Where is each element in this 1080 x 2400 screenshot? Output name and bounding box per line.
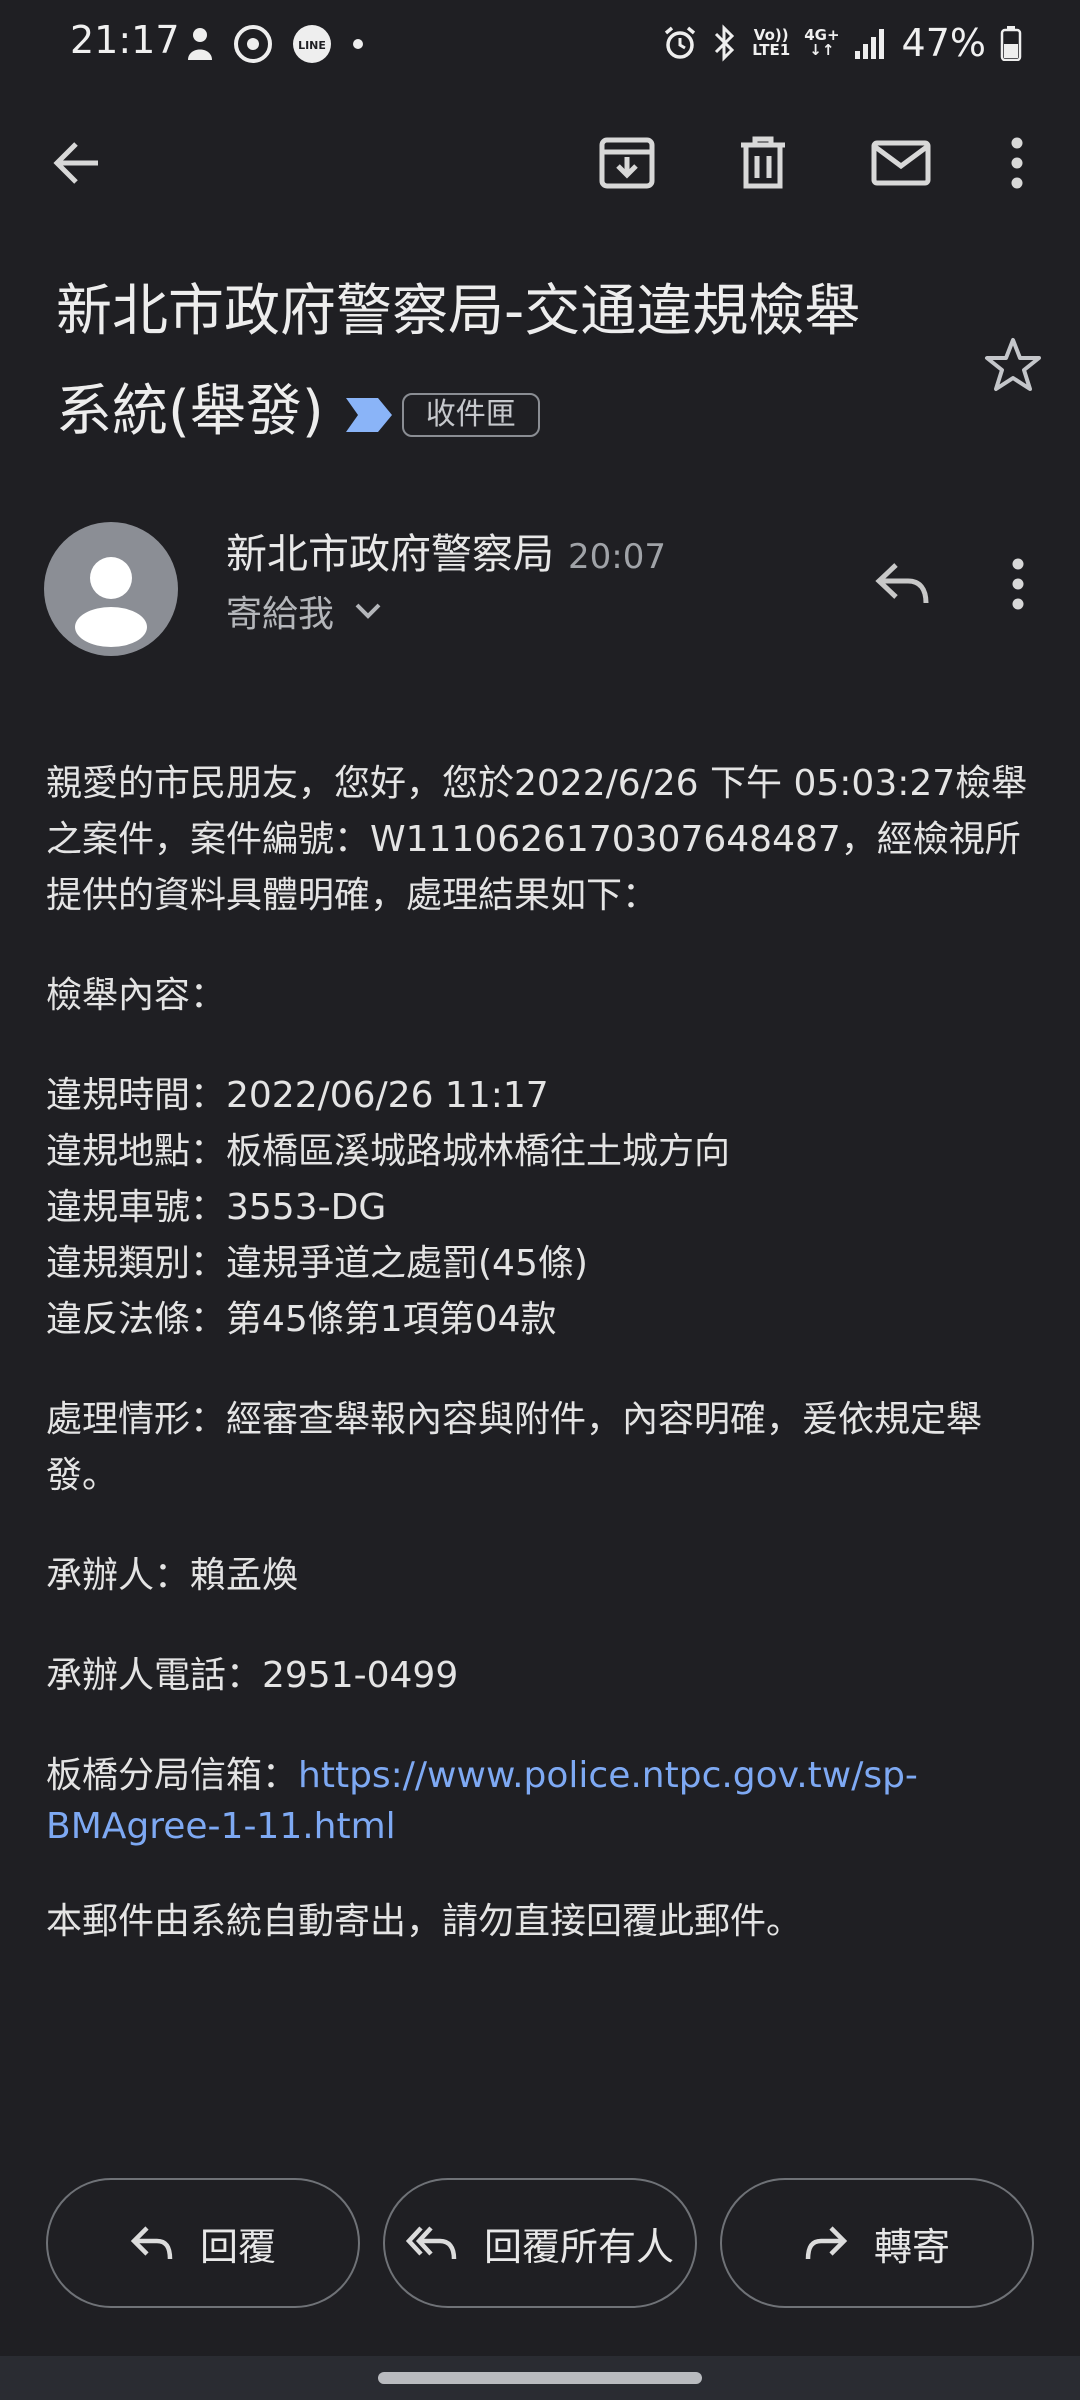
email-body: 親愛的市民朋友，您好，您於2022/6/26 下午 05:03:27檢舉 之案件… (46, 756, 1036, 1950)
violation-plate: 違規車號：3553-DG (46, 1187, 387, 1228)
svg-text:LINE: LINE (298, 39, 326, 52)
more-vert-icon (1012, 558, 1024, 610)
footer-note: 本郵件由系統自動寄出，請勿直接回覆此郵件。 (46, 1901, 803, 1942)
star-icon (985, 338, 1041, 391)
handler-phone: 承辦人電話：2951-0499 (46, 1655, 459, 1696)
home-gesture-handle[interactable] (378, 2372, 702, 2384)
signal-strength-icon (854, 29, 884, 59)
section-heading: 檢舉內容： (46, 975, 227, 1016)
forward-icon (805, 2226, 848, 2260)
mailbox-label: 板橋分局信箱： (46, 1755, 299, 1796)
mailbox-line: 板橋分局信箱：https://www.police.ntpc.gov.tw/sp… (46, 1748, 1036, 1804)
important-label-icon (345, 397, 392, 432)
violation-location: 違規地點：板橋區溪城路城林橋往土城方向 (46, 1131, 731, 1172)
body-line: 之案件，案件編號：W1110626170307648487，經檢視所 (46, 819, 1021, 860)
mark-unread-button[interactable] (856, 118, 946, 208)
battery-icon (1000, 26, 1022, 61)
back-button[interactable] (32, 118, 122, 208)
person-icon (75, 557, 147, 647)
status-line: 發。 (46, 1455, 119, 1496)
more-options-button[interactable] (972, 118, 1062, 208)
mark-unread-icon (871, 140, 931, 186)
volte-indicator: Vo)) LTE1 (752, 26, 791, 59)
status-notification-icons: LINE (185, 22, 365, 66)
status-time: 21:17 (70, 18, 180, 62)
reply-all-icon (405, 2226, 457, 2260)
status-system-icons: Vo)) LTE1 4G+ ↓↑ 47% (662, 18, 1022, 68)
handler: 承辦人：賴孟煥 (46, 1555, 299, 1596)
chevron-down-icon (355, 603, 381, 619)
reply-icon (875, 563, 929, 604)
forward-label: 轉寄 (873, 2224, 950, 2269)
notification-app2-icon (234, 25, 272, 63)
body-line: 親愛的市民朋友，您好，您於2022/6/26 下午 05:03:27檢舉 (46, 763, 1028, 804)
sender-avatar[interactable] (44, 522, 178, 656)
bluetooth-icon (715, 24, 735, 62)
line-app-icon: LINE (293, 25, 331, 63)
delete-icon (741, 136, 785, 189)
more-notifications-dot-icon (353, 39, 363, 49)
reply-icon-button[interactable] (862, 548, 942, 618)
subject-line-1: 新北市政府警察局-交通違規檢舉 (56, 279, 861, 344)
violation-time: 違規時間：2022/06/26 11:17 (46, 1075, 549, 1116)
forward-button[interactable]: 轉寄 (720, 2178, 1034, 2308)
notification-app-icon (188, 28, 212, 60)
archive-icon (599, 137, 655, 189)
reply-icon (130, 2226, 173, 2260)
reply-all-label: 回覆所有人 (483, 2224, 674, 2269)
star-button[interactable] (978, 330, 1048, 400)
recipient-details-toggle[interactable]: 寄給我 (226, 585, 382, 637)
more-vert-icon (1011, 137, 1023, 189)
inbox-label-chip[interactable]: 收件匣 (401, 392, 540, 437)
body-line: 提供的資料具體明確，處理結果如下： (46, 875, 659, 916)
reply-all-button[interactable]: 回覆所有人 (383, 2178, 697, 2308)
message-more-button[interactable] (990, 552, 1046, 616)
mailbox-link[interactable]: https://www.police.ntpc.gov.tw/sp- (298, 1755, 918, 1796)
alarm-icon (665, 26, 696, 59)
archive-button[interactable] (582, 118, 672, 208)
network-type-indicator: 4G+ ↓↑ (804, 26, 840, 59)
sender-name: 新北市政府警察局 (226, 530, 554, 578)
battery-percent: 47% (901, 21, 986, 65)
status-bar: 21:17 LINE Vo)) LTE1 4G+ ↓↑ 47% (0, 0, 1080, 90)
subject-line-2-row: 系統(舉發) 收件匣 (56, 362, 956, 462)
violation-type: 違規類別：違規爭道之處罰(45條) (46, 1243, 588, 1284)
sent-time: 20:07 (568, 537, 666, 577)
sender-row[interactable]: 新北市政府警察局 20:07 (226, 520, 666, 580)
status-line: 處理情形：經審查舉報內容與附件，內容明確，爰依規定舉 (46, 1399, 983, 1440)
recipient-summary: 寄給我 (226, 594, 335, 635)
reply-button[interactable]: 回覆 (46, 2178, 360, 2308)
mailbox-link-cont[interactable]: BMAgree-1-11.html (46, 1804, 1036, 1850)
subject-line-2: 系統(舉發) (56, 379, 324, 444)
reply-label: 回覆 (199, 2224, 276, 2269)
delete-button[interactable] (718, 118, 808, 208)
back-arrow-icon (53, 142, 98, 184)
email-subject: 新北市政府警察局-交通違規檢舉 系統(舉發) 收件匣 (56, 262, 956, 462)
violation-law: 違反法條：第45條第1項第04款 (46, 1299, 557, 1340)
